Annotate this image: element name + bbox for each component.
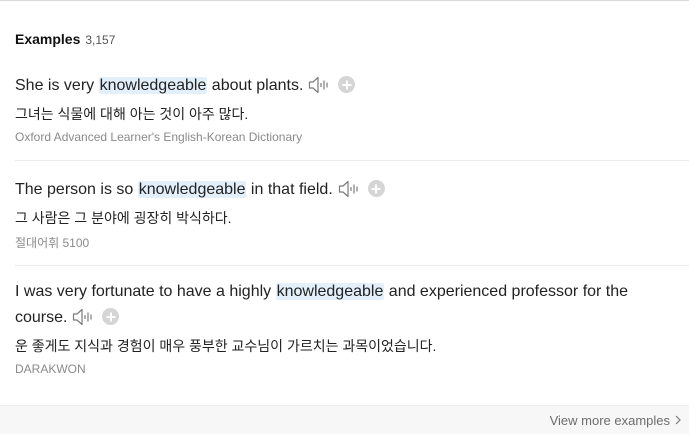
sentence-text-before: The person is so	[15, 181, 138, 198]
sentence-text-before: She is very	[15, 77, 99, 94]
examples-footer: View more examples	[0, 405, 689, 434]
speaker-icon[interactable]	[338, 180, 360, 207]
examples-count: 3,157	[85, 33, 116, 47]
divider	[15, 160, 689, 161]
example-translation-ko: 그 사람은 그 분야에 굉장히 박식하다.	[15, 210, 232, 226]
example-item: The person is so knowledgeable in that f…	[15, 177, 680, 251]
example-item: I was very fortunate to have a highly kn…	[15, 279, 680, 376]
chevron-right-icon	[675, 413, 681, 428]
example-item: She is very knowledgeable about plants. …	[15, 73, 680, 144]
speaker-icon[interactable]	[72, 308, 94, 335]
add-to-wordlist-icon[interactable]	[102, 308, 120, 325]
highlighted-word: knowledgeable	[275, 283, 385, 300]
highlighted-word: knowledgeable	[98, 77, 208, 94]
example-source: DARAKWON	[15, 362, 86, 376]
example-sentence-en: The person is so knowledgeable in that f…	[15, 177, 680, 207]
view-more-label: View more examples	[549, 413, 670, 428]
add-to-wordlist-icon[interactable]	[338, 76, 356, 93]
examples-header: Examples 3,157	[15, 31, 115, 47]
example-translation-ko: 운 좋게도 지식과 경험이 매우 풍부한 교수님이 가르치는 과목이었습니다.	[15, 338, 437, 354]
example-sentence-en: I was very fortunate to have a highly kn…	[15, 279, 680, 335]
example-sentence-en: She is very knowledgeable about plants.	[15, 73, 680, 103]
example-source: Oxford Advanced Learner's English-Korean…	[15, 130, 303, 144]
examples-title: Examples	[15, 31, 81, 47]
example-source: 절대어휘 5100	[15, 236, 90, 250]
sentence-text-before: I was very fortunate to have a highly	[15, 283, 276, 300]
speaker-icon[interactable]	[308, 76, 330, 103]
examples-panel: Examples 3,157 She is very knowledgeable…	[0, 0, 689, 434]
divider	[15, 265, 689, 266]
sentence-text-after: in that field.	[246, 181, 333, 198]
example-translation-ko: 그녀는 식물에 대해 아는 것이 아주 많다.	[15, 106, 249, 122]
add-to-wordlist-icon[interactable]	[367, 180, 385, 197]
highlighted-word: knowledgeable	[137, 181, 247, 198]
sentence-text-after: about plants.	[207, 77, 304, 94]
view-more-examples-link[interactable]: View more examples	[550, 413, 681, 428]
